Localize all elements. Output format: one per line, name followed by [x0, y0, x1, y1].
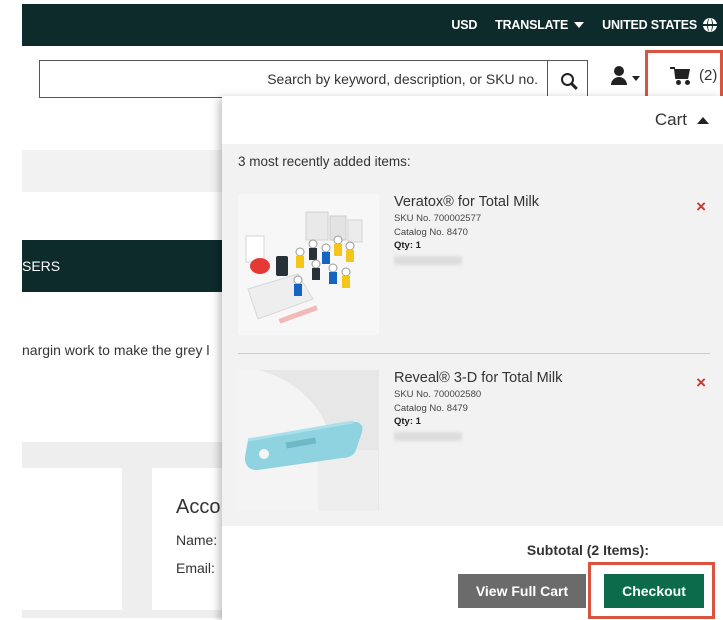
globe-icon: [703, 18, 717, 32]
main-nav-bar: SERS: [22, 240, 222, 292]
search-button[interactable]: [547, 61, 587, 97]
nav-item[interactable]: SERS: [22, 258, 60, 274]
cart-basket: [674, 69, 690, 79]
left-card: [22, 468, 122, 610]
chevron-up-icon: [697, 116, 709, 124]
cart-items-area: 3 most recently added items: Veratox® fo…: [222, 144, 723, 526]
topbar-items: USD TRANSLATE UNITED STATES: [451, 4, 723, 46]
page-body-text: nargin work to make the grey l: [22, 342, 210, 358]
checkout-button[interactable]: Checkout: [604, 574, 704, 608]
item-sku: SKU No. 700002580: [394, 389, 482, 400]
cart-item-details: Reveal® 3-D for Total Milk SKU No. 70000…: [394, 370, 562, 441]
cart-item: Reveal® 3-D for Total Milk SKU No. 70000…: [238, 370, 710, 520]
cart-wheel: [685, 80, 690, 85]
item-price-blurred: [394, 256, 462, 265]
translate-dropdown[interactable]: TRANSLATE: [495, 18, 585, 32]
item-sku: SKU No. 700002577: [394, 213, 482, 224]
item-catalog: Catalog No. 8479: [394, 403, 468, 414]
background-band: [22, 150, 222, 192]
name-label: Name:: [176, 532, 218, 548]
product-image-reveal[interactable]: [238, 370, 379, 511]
search-box: [39, 60, 588, 98]
region-selector[interactable]: UNITED STATES: [602, 18, 717, 32]
cart-icon[interactable]: [670, 67, 692, 85]
item-qty: Qty: 1: [394, 240, 421, 251]
translate-label: TRANSLATE: [495, 18, 569, 32]
cart-item: Veratox® for Total Milk SKU No. 70000257…: [238, 194, 710, 354]
remove-item-button[interactable]: ×: [696, 374, 706, 391]
item-price-blurred: [394, 432, 462, 441]
cart-handle: [670, 67, 675, 69]
item-catalog: Catalog No. 8470: [394, 227, 468, 238]
cart-item-details: Veratox® for Total Milk SKU No. 70000257…: [394, 194, 539, 265]
cart-dropdown-toggle[interactable]: Cart: [655, 110, 709, 130]
search-icon: [561, 72, 574, 86]
item-name[interactable]: Veratox® for Total Milk: [394, 194, 539, 210]
chevron-down-icon[interactable]: [632, 76, 640, 81]
account-title: Acco: [176, 496, 221, 518]
veratox-kit-illustration: [238, 194, 379, 335]
user-icon-body: [611, 77, 627, 85]
product-image-veratox[interactable]: [238, 194, 379, 335]
account-card: Acco Name: Email:: [152, 468, 222, 610]
chevron-down-icon: [574, 22, 585, 28]
user-icon-head: [614, 66, 624, 76]
recent-items-label: 3 most recently added items:: [238, 154, 411, 169]
top-utility-bar: USD TRANSLATE UNITED STATES: [22, 4, 723, 46]
cart-panel-title: Cart: [654, 110, 687, 129]
item-name[interactable]: Reveal® 3-D for Total Milk: [394, 370, 562, 386]
reveal-device-illustration: [238, 370, 379, 511]
user-account-icon[interactable]: [610, 66, 628, 88]
subtotal-label: Subtotal (2 Items):: [526, 542, 649, 558]
cart-wheel: [676, 80, 681, 85]
view-full-cart-button[interactable]: View Full Cart: [458, 574, 586, 608]
remove-item-button[interactable]: ×: [696, 198, 706, 215]
email-label: Email:: [176, 560, 215, 576]
cart-dropdown-panel: Cart 3 most recently added items: Verato…: [222, 96, 723, 620]
region-label: UNITED STATES: [602, 18, 697, 32]
cart-count[interactable]: (2): [699, 67, 717, 84]
currency-selector[interactable]: USD: [451, 18, 477, 32]
item-qty: Qty: 1: [394, 416, 421, 427]
search-input[interactable]: [40, 61, 548, 97]
